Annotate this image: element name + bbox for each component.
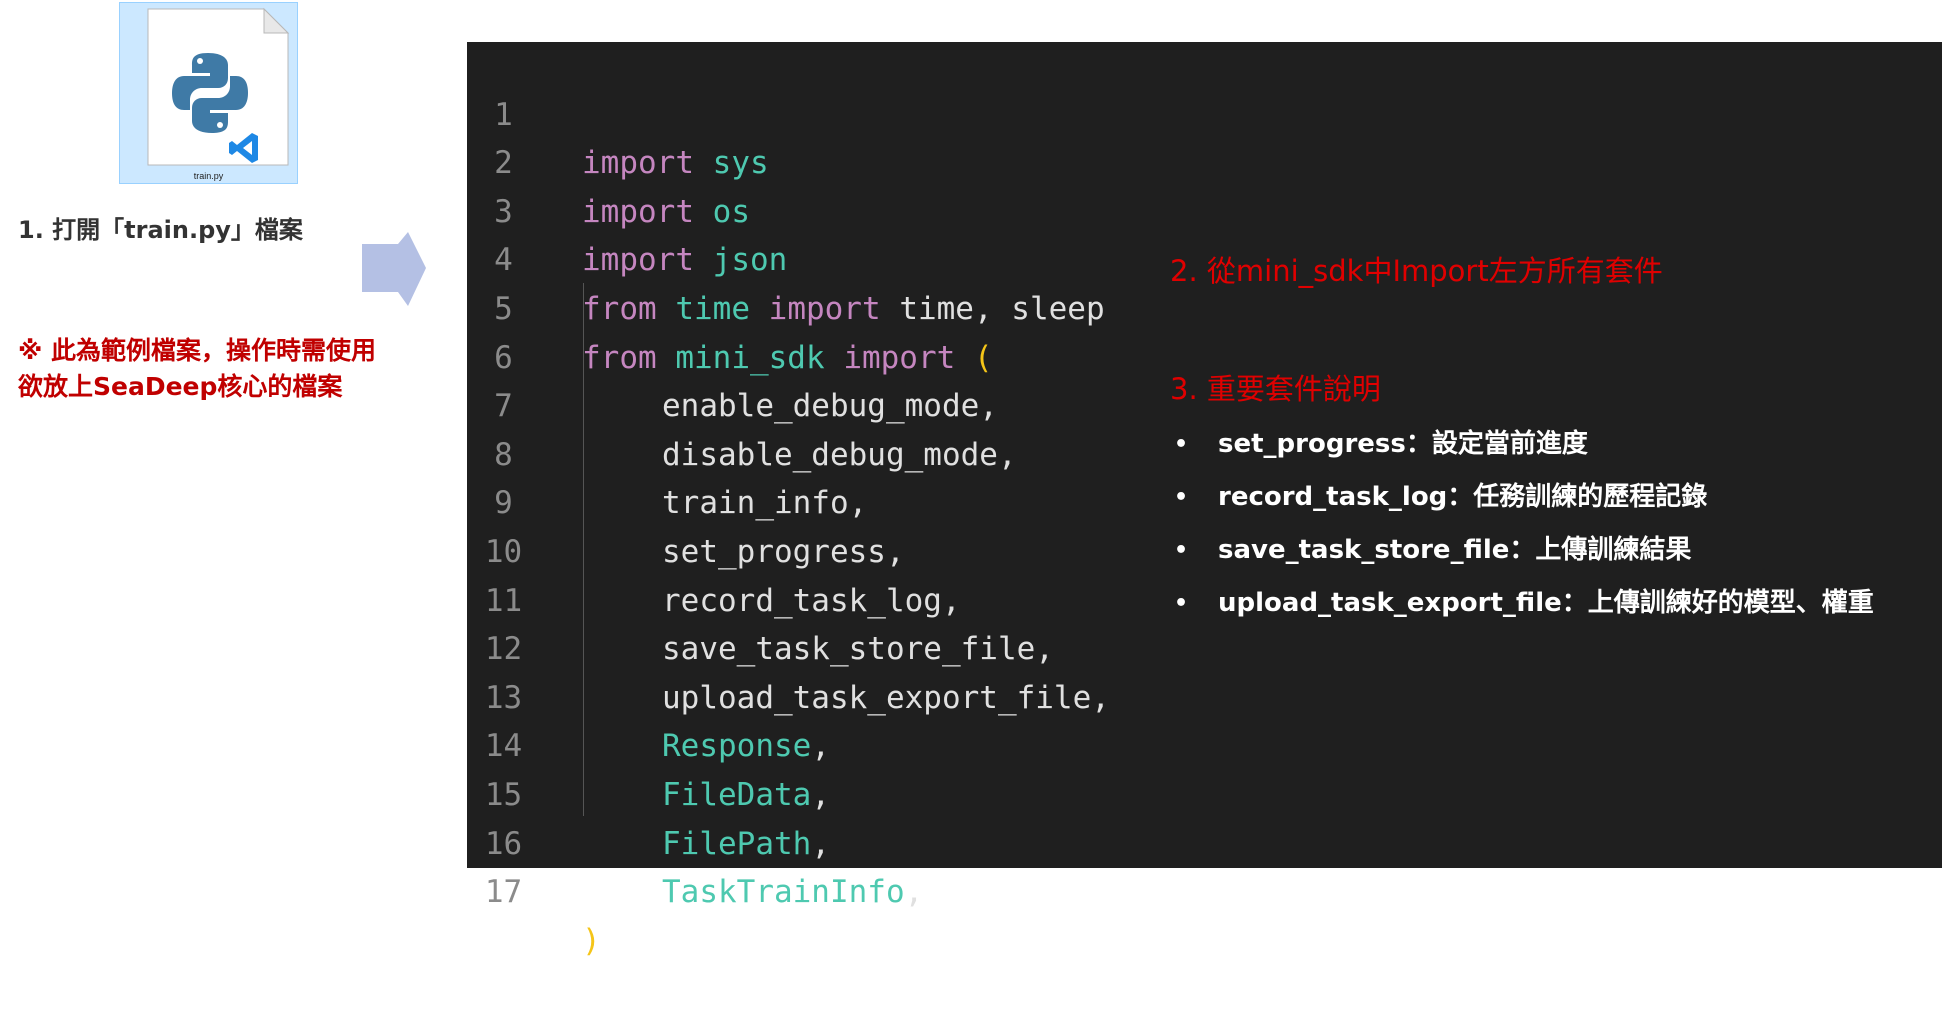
code-line[interactable]: 6 enable_debug_mode,	[467, 285, 1167, 425]
python-file-icon	[147, 7, 290, 166]
bullet-text: record_task_log：任務訓練的歷程記錄	[1218, 482, 1708, 512]
code-line[interactable]: 11 save_task_store_file,	[467, 528, 1167, 668]
code-line[interactable]: 9 set_progress,	[467, 431, 1167, 570]
bullet-icon: •	[1174, 432, 1189, 457]
step2-annotation: 2. 從mini_sdk中Import左方所有套件	[1170, 254, 1663, 288]
sample-file-note: ※ 此為範例檔案，操作時需使用 欲放上SeaDeep核心的檔案	[18, 333, 438, 405]
bullet-icon: •	[1174, 591, 1189, 616]
note-line-2: 欲放上SeaDeep核心的檔案	[18, 372, 343, 401]
line-number: 17	[484, 874, 523, 911]
code-line[interactable]: 13 Response,	[467, 625, 1167, 765]
code-line[interactable]: 14 FileData,	[467, 674, 1167, 813]
package-description-list: • set_progress：設定當前進度 • record_task_log：任務…	[1168, 418, 1874, 630]
class-name: TaskTrainInfo	[662, 874, 905, 911]
note-line-1: ※ 此為範例檔案，操作時需使用	[18, 336, 377, 365]
list-item: • upload_task_export_file：上傳訓練好的模型、權重	[1168, 577, 1874, 630]
code-line[interactable]: 16 TaskTrainInfo,	[467, 771, 1167, 911]
code-line[interactable]: 15 FilePath,	[467, 722, 1167, 862]
close-paren: )	[582, 922, 601, 959]
file-tile-train-py[interactable]: train.py	[119, 2, 298, 184]
code-line[interactable]: 17 )	[467, 820, 1167, 959]
comma: ,	[904, 874, 924, 911]
step1-instruction: 1. 打開「train.py」檔案	[18, 216, 303, 244]
list-item: • save_task_store_file：上傳訓練結果	[1168, 524, 1874, 577]
bullet-text: upload_task_export_file：上傳訓練好的模型、權重	[1218, 588, 1874, 618]
code-line[interactable]: 1 import sys	[467, 42, 1167, 182]
right-arrow-icon	[362, 232, 426, 306]
bullet-text: save_task_store_file：上傳訓練結果	[1218, 535, 1692, 565]
file-name-label: train.py	[193, 171, 224, 181]
list-item: • record_task_log：任務訓練的歷程記錄	[1168, 471, 1874, 524]
code-line[interactable]: 10 record_task_log,	[467, 479, 1167, 619]
code-line[interactable]: 2 import os	[467, 91, 1167, 230]
code-line[interactable]: 3 import json	[467, 139, 1167, 279]
code-line[interactable]: 8 train_info,	[467, 382, 1167, 522]
bullet-icon: •	[1174, 485, 1189, 510]
step3-annotation: 3. 重要套件說明	[1170, 372, 1381, 406]
bullet-text: set_progress：設定當前進度	[1218, 429, 1588, 459]
code-line[interactable]: 5 from mini_sdk import (	[467, 236, 1167, 376]
code-line[interactable]: 4 from time import time, sleep	[467, 188, 1167, 327]
code-line[interactable]: 7 disable_debug_mode,	[467, 334, 1167, 473]
list-item: • set_progress：設定當前進度	[1168, 418, 1874, 471]
bullet-icon: •	[1174, 538, 1189, 563]
code-line[interactable]: 12 upload_task_export_file,	[467, 577, 1167, 716]
